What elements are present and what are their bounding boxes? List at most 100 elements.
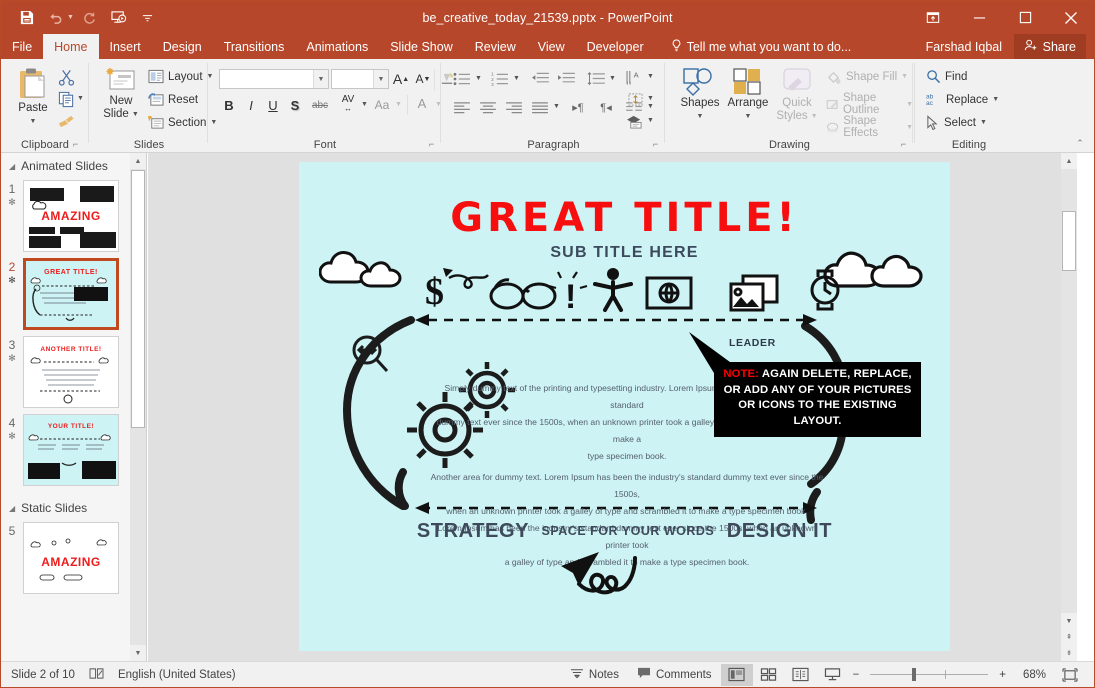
thumbnail-panel-scrollbar[interactable]: ▲ ▼ — [130, 153, 146, 661]
scroll-down-button[interactable]: ▼ — [130, 645, 146, 661]
tab-insert[interactable]: Insert — [99, 34, 152, 59]
zoom-in-button[interactable]: + — [995, 662, 1010, 688]
undo-dropdown-icon[interactable]: ▼ — [67, 14, 74, 21]
format-painter-button[interactable] — [55, 111, 77, 131]
decrease-font-size-button[interactable]: A▼ — [413, 69, 433, 89]
font-name-dropdown-icon[interactable]: ▼ — [313, 70, 328, 88]
replace-dropdown-icon[interactable]: ▼ — [992, 96, 999, 103]
slide-thumbnail-1[interactable]: AMAZING — [23, 180, 119, 252]
character-spacing-dropdown-icon[interactable]: ▼ — [361, 101, 368, 108]
scroll-down-button[interactable]: ▼ — [1061, 613, 1077, 629]
spellcheck-icon[interactable] — [89, 667, 104, 683]
chevron-up-icon[interactable]: ⌃ — [1072, 136, 1088, 150]
slide-edit-area[interactable]: GREAT TITLE! SUB TITLE HERE $ — [148, 153, 1077, 661]
zoom-level-label[interactable]: 68% — [1010, 669, 1046, 681]
justify-icon[interactable] — [528, 97, 552, 117]
align-text-icon[interactable] — [623, 89, 647, 109]
character-spacing-button[interactable]: AV↔ — [335, 93, 361, 115]
new-slide-button[interactable]: New Slide ▼ — [96, 67, 146, 121]
page-title[interactable]: GREAT TITLE! — [299, 195, 950, 241]
font-name-input[interactable]: ▼ — [219, 69, 329, 89]
text-shadow-button[interactable]: S — [285, 95, 305, 115]
list-item[interactable]: 2 ✻ GREAT TITLE! — [1, 255, 146, 333]
find-button[interactable]: Find — [926, 69, 967, 84]
slide-sorter-icon[interactable] — [753, 664, 785, 686]
slideshow-icon[interactable] — [106, 6, 132, 30]
tab-home[interactable]: Home — [43, 34, 98, 59]
bullets-dropdown-icon[interactable]: ▼ — [475, 75, 482, 82]
numbering-icon[interactable]: 123 — [488, 69, 512, 89]
paste-dropdown-icon[interactable]: ▼ — [30, 115, 37, 128]
ribbon-options-icon[interactable] — [910, 1, 956, 34]
save-icon[interactable] — [13, 6, 39, 30]
tab-transitions[interactable]: Transitions — [213, 34, 296, 59]
font-dialog-launcher[interactable]: ⌐ — [426, 139, 437, 150]
scroll-up-button[interactable]: ▲ — [1061, 153, 1077, 169]
slide-thumbnail-3[interactable]: ANOTHER TITLE! — [23, 336, 119, 408]
tab-view[interactable]: View — [527, 34, 576, 59]
slide-bottom-words[interactable]: STRATEGY SPACE FOR YOUR WORDS DESIGN IT — [299, 520, 950, 543]
reading-view-icon[interactable] — [785, 664, 817, 686]
slide-area-scrollbar[interactable]: ▲ ▼ ⇞ ⇟ — [1061, 153, 1077, 661]
increase-font-size-button[interactable]: A▲ — [391, 69, 411, 89]
list-item[interactable]: 5 AMAZING — [1, 519, 146, 597]
align-center-icon[interactable] — [476, 97, 500, 117]
line-spacing-icon[interactable] — [584, 69, 608, 89]
tab-review[interactable]: Review — [464, 34, 527, 59]
slide-position-label[interactable]: Slide 2 of 10 — [11, 669, 75, 681]
shape-fill-dropdown-icon[interactable]: ▼ — [901, 73, 908, 80]
notes-button[interactable]: Notes — [561, 662, 628, 688]
customize-quick-access-toolbar-icon[interactable] — [135, 6, 161, 30]
arrange-dropdown-icon[interactable]: ▼ — [745, 110, 752, 123]
slideshow-view-icon[interactable] — [817, 664, 849, 686]
tab-developer[interactable]: Developer — [576, 34, 655, 59]
text-direction-dropdown-icon[interactable]: ▼ — [647, 73, 654, 80]
change-case-dropdown-icon[interactable]: ▼ — [395, 101, 402, 108]
section-collapse-icon[interactable]: ◢ — [9, 162, 15, 171]
right-to-left-icon[interactable]: ¶◂ — [594, 97, 618, 117]
zoom-out-button[interactable]: − — [849, 662, 864, 688]
tab-file[interactable]: File — [1, 34, 43, 59]
quick-styles-button[interactable]: Quick Styles ▼ — [772, 67, 822, 123]
shapes-dropdown-icon[interactable]: ▼ — [697, 110, 704, 123]
tab-animations[interactable]: Animations — [295, 34, 379, 59]
font-size-dropdown-icon[interactable]: ▼ — [373, 70, 388, 88]
redo-icon[interactable] — [77, 6, 103, 30]
decrease-indent-icon[interactable] — [528, 69, 552, 89]
arrange-button[interactable]: Arrange ▼ — [724, 67, 772, 123]
list-item[interactable]: 3 ✻ ANOTHER TITLE! — [1, 333, 146, 411]
smartart-icon[interactable] — [623, 111, 647, 131]
slide-thumbnail-2[interactable]: GREAT TITLE! — [23, 258, 119, 330]
clipboard-dialog-launcher[interactable]: ⌐ — [70, 139, 81, 150]
paste-button[interactable]: Paste ▼ — [9, 67, 57, 128]
slide-thumbnail-panel[interactable]: ◢ Animated Slides 1 ✻ AMAZING 2 — [1, 153, 147, 661]
increase-indent-icon[interactable] — [554, 69, 578, 89]
strikethrough-button[interactable]: abc — [307, 95, 333, 115]
bullets-icon[interactable] — [450, 69, 474, 89]
previous-slide-button[interactable]: ⇞ — [1061, 629, 1077, 645]
scroll-thumb[interactable] — [131, 170, 145, 428]
font-size-input[interactable]: ▼ — [331, 69, 389, 89]
new-slide-dropdown-icon[interactable]: ▼ — [132, 108, 139, 121]
shapes-button[interactable]: Shapes ▼ — [676, 67, 724, 123]
section-collapse-icon[interactable]: ◢ — [9, 504, 15, 513]
section-header-static-slides[interactable]: ◢ Static Slides — [1, 489, 146, 519]
tab-design[interactable]: Design — [152, 34, 213, 59]
numbering-dropdown-icon[interactable]: ▼ — [513, 75, 520, 82]
replace-button[interactable]: abac Replace ▼ — [926, 92, 999, 107]
restore-icon[interactable] — [1002, 1, 1048, 34]
change-case-button[interactable]: Aa — [371, 95, 393, 115]
minimize-icon[interactable] — [956, 1, 1002, 34]
shape-fill-button[interactable]: Shape Fill ▼ — [826, 69, 908, 84]
shape-outline-button[interactable]: Shape Outline ▼ — [826, 92, 913, 116]
zoom-slider-thumb[interactable] — [912, 668, 916, 681]
note-callout[interactable]: NOTE: AGAIN DELETE, REPLACE, OR ADD ANY … — [714, 362, 921, 437]
comments-button[interactable]: Comments — [628, 662, 721, 688]
slide-thumbnail-5[interactable]: AMAZING — [23, 522, 119, 594]
italic-button[interactable]: I — [241, 95, 261, 115]
select-button[interactable]: Select ▼ — [926, 115, 987, 130]
bold-button[interactable]: B — [219, 95, 239, 115]
slide-thumbnail-4[interactable]: YOUR TITLE! — [23, 414, 119, 486]
cut-button[interactable] — [55, 67, 77, 87]
zoom-slider[interactable] — [870, 674, 988, 675]
